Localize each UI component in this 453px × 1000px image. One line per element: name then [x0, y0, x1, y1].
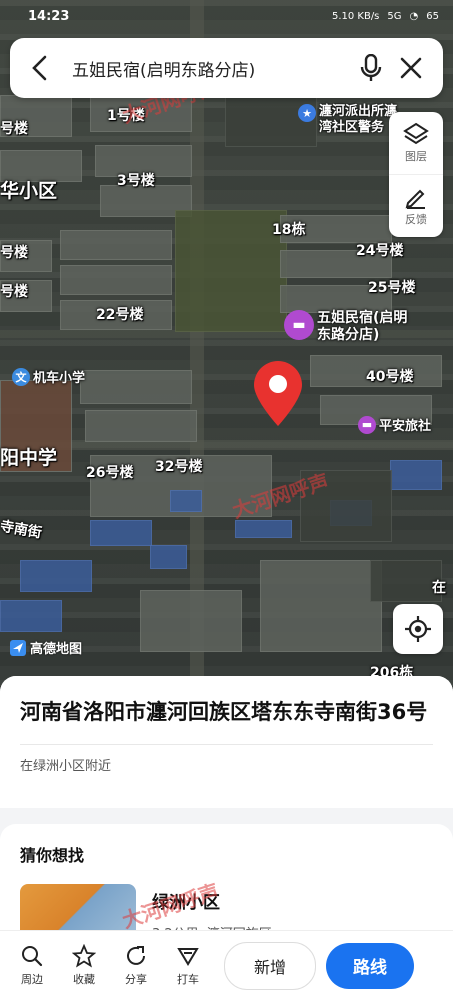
map-field [175, 210, 287, 332]
map-label-building: 号楼 [0, 121, 28, 137]
search-query[interactable]: 五姐民宿(启明东路分店) [56, 56, 351, 81]
star-icon [72, 944, 96, 968]
status-bar: 14:23 5.10 KB/s 5G ◔ 65 [0, 0, 453, 32]
crosshair-icon [405, 616, 431, 642]
map-label-building: 32号楼 [155, 459, 203, 475]
map-label-building: 26号楼 [86, 465, 134, 481]
map-building [80, 370, 192, 404]
map-building [140, 590, 242, 652]
map-roof [150, 545, 187, 569]
share-icon [127, 946, 145, 965]
place-address: 河南省洛阳市瀍河回族区塔东东寺南街36号 [20, 700, 428, 724]
signal-indicator: 5G [387, 10, 402, 22]
search-icon [22, 946, 43, 967]
address-card: 河南省洛阳市瀍河回族区塔东东寺南街36号 在绿洲小区附近 [0, 676, 453, 808]
back-button[interactable] [22, 51, 56, 85]
map-view[interactable]: 1号楼 号楼 华小区 3号楼 18栋 24号楼 号楼 号楼 25号楼 22号楼 … [0, 0, 453, 700]
map-building [60, 230, 172, 260]
voice-search-button[interactable] [351, 48, 391, 88]
school-icon: 文 [12, 367, 30, 386]
poi-police[interactable]: ★ 瀍河派出所瀍 湾社区警务 [298, 104, 397, 136]
hotel-bed-icon: ▬ [358, 415, 376, 434]
close-button[interactable] [391, 48, 431, 88]
map-tools-panel: 图层 反馈 [389, 112, 443, 237]
battery-level: 65 [426, 10, 439, 22]
map-building [260, 560, 382, 652]
map-roof [90, 520, 152, 546]
map-label-area: 华小区 [0, 180, 58, 202]
microphone-icon [360, 54, 382, 81]
guess-title: 猜你想找 [20, 846, 85, 865]
back-arrow-icon [32, 55, 47, 81]
map-label-building: 18栋 [272, 222, 306, 238]
close-icon [400, 57, 422, 79]
map-label-building: 22号楼 [96, 307, 144, 323]
location-marker-icon[interactable] [250, 358, 306, 428]
map-label-street: 寺南街 [0, 518, 43, 542]
nav-taxi[interactable]: 打车 [162, 944, 214, 987]
locate-me-button[interactable] [393, 604, 443, 654]
poi-target-hotel[interactable]: ▬ 五姐民宿(启明 东路分店) [284, 310, 407, 344]
map-roof [170, 490, 202, 512]
map-label-building: 24号楼 [356, 243, 404, 259]
amap-arrow-icon [10, 639, 26, 656]
poi-other-hotel[interactable]: ▬ 平安旅社 [358, 415, 431, 434]
nearby-hint: 在绿洲小区附近 [20, 744, 433, 774]
nav-share[interactable]: 分享 [110, 944, 162, 987]
map-label-building: 3号楼 [117, 173, 155, 189]
map-roof [0, 600, 62, 632]
wifi-icon: ◔ [409, 10, 419, 22]
map-roof [20, 560, 92, 592]
map-label-building: 号楼 [0, 284, 28, 300]
poi-school[interactable]: 文 机车小学 [12, 367, 85, 386]
shield-icon: ★ [298, 104, 316, 122]
map-label-area: 阳中学 [0, 447, 58, 469]
map-label-building: 号楼 [0, 245, 28, 261]
nav-favorite[interactable]: 收藏 [58, 944, 110, 987]
map-building [85, 410, 197, 442]
hotel-bed-icon: ▬ [284, 310, 314, 340]
add-button[interactable]: 新增 [224, 941, 316, 990]
map-roof [390, 460, 442, 490]
map-label-street: 在 [432, 580, 446, 596]
search-bar: 五姐民宿(启明东路分店) [10, 38, 443, 98]
map-logo: 高德地图 [10, 638, 82, 657]
nav-around[interactable]: 周边 [6, 944, 58, 987]
network-speed: 5.10 KB/s [331, 10, 380, 22]
map-label-building: 25号楼 [368, 280, 416, 296]
map-label-building: 40号楼 [366, 369, 414, 385]
route-button[interactable]: 路线 [326, 942, 414, 989]
taxi-icon [177, 948, 199, 966]
layers-icon [403, 122, 429, 145]
feedback-button[interactable]: 反馈 [389, 174, 443, 237]
map-building [60, 265, 172, 295]
status-time: 14:23 [28, 8, 70, 24]
map-roof [235, 520, 292, 538]
edit-pen-icon [405, 189, 425, 209]
bottom-action-bar: 周边 收藏 分享 打车 新增 路线 [0, 930, 453, 1000]
layers-button[interactable]: 图层 [389, 112, 443, 174]
